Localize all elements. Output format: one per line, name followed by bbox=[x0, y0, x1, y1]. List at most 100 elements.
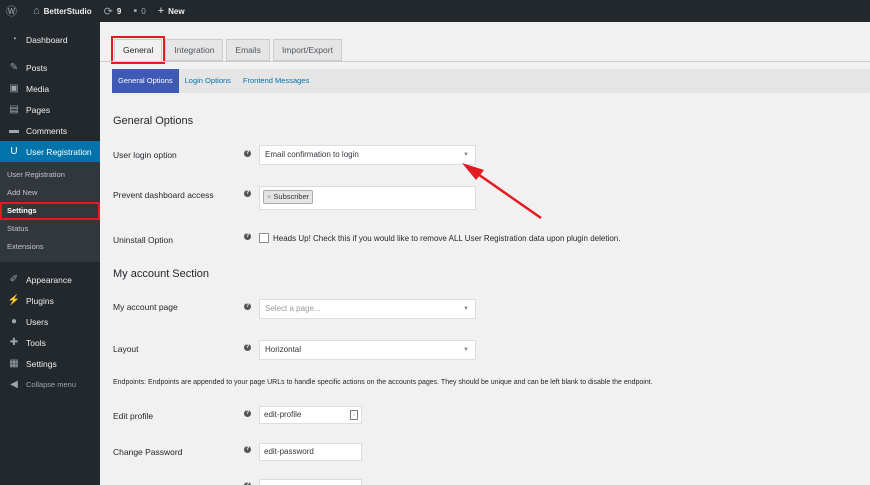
subnav-general-options[interactable]: General Options bbox=[112, 69, 179, 93]
autofill-key-icon[interactable]: ⁝ bbox=[350, 410, 358, 420]
submenu-status[interactable]: Status bbox=[0, 220, 100, 238]
menu-label: Posts bbox=[26, 62, 48, 73]
main-content: General Integration Emails Import/Export… bbox=[100, 22, 870, 485]
new-label: New bbox=[168, 6, 185, 16]
tab-import-export[interactable]: Import/Export bbox=[272, 39, 342, 61]
comment-bubble-icon: ▪ bbox=[133, 5, 138, 17]
tabs-divider bbox=[100, 61, 870, 62]
collapse-icon: ◀ bbox=[10, 379, 18, 390]
menu-item-user-registration[interactable]: U User Registration bbox=[0, 141, 100, 162]
login-option-select[interactable]: Email confirmation to login ▼ bbox=[259, 145, 476, 165]
general-options-title: General Options bbox=[113, 115, 194, 127]
submenu-extensions[interactable]: Extensions bbox=[0, 238, 100, 256]
login-option-label: User login option bbox=[113, 150, 177, 160]
layout-label: Layout bbox=[113, 344, 139, 354]
help-icon[interactable]: ? bbox=[244, 303, 251, 310]
menu-label: Pages bbox=[26, 104, 51, 115]
pin-icon: ✎ bbox=[9, 62, 19, 73]
edit-profile-input[interactable]: edit-profile ⁝ bbox=[259, 406, 362, 424]
settings-subnav: General Options Login Options Frontend M… bbox=[112, 69, 870, 93]
menu-label: User Registration bbox=[26, 146, 92, 157]
account-section-title: My account Section bbox=[113, 268, 209, 280]
menu-item-pages[interactable]: ▤ Pages bbox=[0, 99, 100, 120]
plug-icon: ⚡ bbox=[7, 295, 21, 306]
uninstall-checkbox[interactable] bbox=[259, 233, 269, 243]
endpoints-note: Endpoints: Endpoints are appended to you… bbox=[113, 379, 653, 386]
home-icon: ⌂ bbox=[33, 5, 40, 17]
help-icon[interactable]: ? bbox=[244, 190, 251, 197]
collapse-label: Collapse menu bbox=[26, 380, 77, 389]
updates-count: 9 bbox=[116, 6, 122, 16]
next-endpoint-input[interactable] bbox=[259, 479, 362, 485]
prevent-access-multiselect[interactable]: × Subscriber bbox=[259, 186, 476, 210]
submenu-add-new[interactable]: Add New bbox=[0, 184, 100, 202]
menu-label: Settings bbox=[26, 358, 57, 369]
menu-item-appearance[interactable]: ✐ Appearance bbox=[0, 269, 100, 290]
remove-tag-icon[interactable]: × bbox=[267, 192, 271, 201]
menu-label: Tools bbox=[26, 337, 46, 348]
media-icon: ▣ bbox=[9, 83, 19, 94]
layout-value: Horizontal bbox=[265, 345, 302, 354]
account-page-label: My account page bbox=[113, 302, 178, 312]
change-password-label: Change Password bbox=[113, 447, 183, 457]
uninstall-description: Heads Up! Check this if you would like t… bbox=[273, 234, 621, 243]
uninstall-label: Uninstall Option bbox=[113, 235, 174, 245]
site-name: BetterStudio bbox=[43, 6, 92, 16]
role-tag-label: Subscriber bbox=[273, 192, 310, 201]
page-icon: ▤ bbox=[9, 104, 19, 115]
plus-icon: + bbox=[157, 5, 165, 17]
layout-select[interactable]: Horizontal ▼ bbox=[259, 340, 476, 360]
dropdown-caret-icon: ▼ bbox=[463, 152, 469, 158]
help-icon[interactable]: ? bbox=[244, 446, 251, 453]
menu-item-comments[interactable]: ▬ Comments bbox=[0, 120, 100, 141]
account-page-placeholder: Select a page... bbox=[265, 304, 321, 313]
role-tag: × Subscriber bbox=[263, 190, 314, 204]
account-page-select[interactable]: Select a page... ▼ bbox=[259, 299, 476, 319]
menu-label: Appearance bbox=[26, 274, 72, 285]
prevent-access-label: Prevent dashboard access bbox=[113, 190, 214, 200]
edit-profile-value: edit-profile bbox=[264, 410, 302, 419]
user-icon: ● bbox=[10, 316, 18, 327]
subnav-login-options[interactable]: Login Options bbox=[179, 69, 237, 93]
brush-icon: ✐ bbox=[9, 274, 19, 285]
settings-icon: ▦ bbox=[9, 358, 19, 369]
dashboard-icon: ◔ bbox=[10, 34, 18, 45]
change-password-input[interactable]: edit-password bbox=[259, 443, 362, 461]
comments-link[interactable]: ▪ 0 bbox=[127, 0, 151, 22]
menu-item-settings[interactable]: ▦ Settings bbox=[0, 353, 100, 374]
menu-label: Plugins bbox=[26, 295, 54, 306]
menu-label: Users bbox=[26, 316, 49, 327]
ur-icon: U bbox=[10, 146, 18, 157]
submenu-settings[interactable]: Settings bbox=[0, 202, 100, 220]
site-name-link[interactable]: ⌂ BetterStudio bbox=[27, 0, 98, 22]
submenu-user-registration[interactable]: User Registration bbox=[0, 166, 100, 184]
menu-item-tools[interactable]: ✚ Tools bbox=[0, 332, 100, 353]
new-content-link[interactable]: + New bbox=[152, 0, 191, 22]
wordpress-logo-button[interactable]: Ⓦ bbox=[0, 0, 27, 22]
edit-profile-label: Edit profile bbox=[113, 411, 154, 421]
menu-item-posts[interactable]: ✎ Posts bbox=[0, 57, 100, 78]
comments-count: 0 bbox=[141, 6, 146, 16]
help-icon[interactable]: ? bbox=[244, 344, 251, 351]
menu-item-plugins[interactable]: ⚡ Plugins bbox=[0, 290, 100, 311]
admin-sidebar: ◔ Dashboard ✎ Posts ▣ Media ▤ Pages ▬ Co… bbox=[0, 22, 100, 485]
menu-item-dashboard[interactable]: ◔ Dashboard bbox=[0, 29, 100, 50]
menu-label: Comments bbox=[26, 125, 68, 136]
dropdown-caret-icon: ▼ bbox=[463, 347, 469, 353]
wrench-icon: ✚ bbox=[9, 337, 19, 348]
change-password-value: edit-password bbox=[264, 447, 314, 456]
menu-label: Media bbox=[26, 83, 50, 94]
collapse-menu-button[interactable]: ◀ Collapse menu bbox=[0, 374, 100, 395]
tab-emails[interactable]: Emails bbox=[226, 39, 270, 61]
menu-item-media[interactable]: ▣ Media bbox=[0, 78, 100, 99]
comment-icon: ▬ bbox=[9, 125, 19, 136]
menu-item-users[interactable]: ● Users bbox=[0, 311, 100, 332]
help-icon[interactable]: ? bbox=[244, 410, 251, 417]
dropdown-caret-icon: ▼ bbox=[463, 306, 469, 312]
help-icon[interactable]: ? bbox=[244, 233, 251, 240]
updates-link[interactable]: ⟳ 9 bbox=[98, 0, 128, 22]
help-icon[interactable]: ? bbox=[244, 150, 251, 157]
tab-general[interactable]: General bbox=[110, 36, 166, 64]
subnav-frontend-messages[interactable]: Frontend Messages bbox=[237, 69, 315, 93]
tab-integration[interactable]: Integration bbox=[165, 39, 224, 61]
